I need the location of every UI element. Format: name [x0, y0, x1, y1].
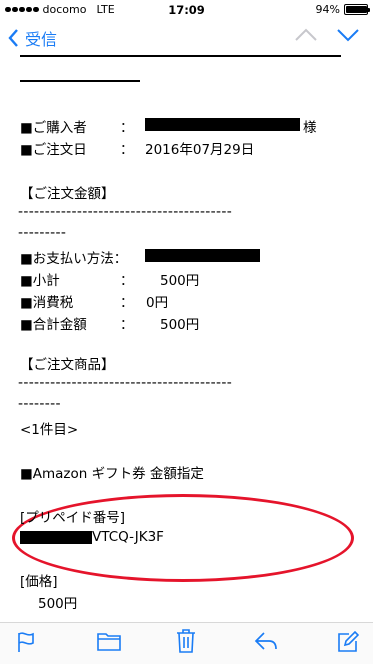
order-date-value: 2016年07月29日	[145, 142, 255, 158]
prepaid-heading: [プリペイド番号]	[20, 510, 126, 526]
colon: ：	[120, 295, 134, 311]
divider	[20, 55, 341, 57]
subtotal-label: ■小計	[20, 273, 60, 289]
colon: ：	[120, 142, 134, 158]
flag-icon[interactable]	[16, 631, 36, 653]
reply-icon[interactable]	[254, 631, 278, 651]
items-heading: 【ご注文商品】	[20, 357, 115, 373]
colon: ：	[120, 273, 134, 289]
item-count: <1件目>	[20, 422, 79, 438]
chevron-down-icon[interactable]	[337, 28, 359, 42]
prepaid-code-row: VTCQ-JK3F	[20, 529, 164, 545]
tax-row: ■消費税 ： 0円	[20, 291, 168, 311]
message-nav	[295, 28, 359, 42]
total-row: ■合計金額 ： 500円	[20, 313, 199, 333]
colon: ：	[120, 120, 134, 136]
colon: ：	[120, 317, 134, 333]
buyer-email-link[interactable]	[145, 130, 300, 134]
prepaid-code: VTCQ-JK3F	[92, 529, 164, 545]
chevron-up-icon[interactable]	[295, 28, 317, 42]
dashed-separator: ---------	[18, 225, 67, 241]
status-bar: docomo LTE 17:09 94%	[0, 0, 373, 20]
subtotal-row: ■小計 ： 500円	[20, 269, 199, 289]
folder-icon[interactable]	[97, 631, 121, 651]
chevron-left-icon	[8, 29, 18, 47]
order-date-row: ■ご注文日 ： 2016年07月29日	[20, 138, 254, 158]
dashed-separator: ----------------------------------------	[18, 204, 233, 220]
tax-label: ■消費税	[20, 295, 74, 311]
buyer-label: ■ご購入者	[20, 120, 87, 136]
product-name: ■Amazon ギフト券 金額指定	[20, 466, 204, 482]
price-heading: [価格]	[20, 574, 58, 590]
order-date-label: ■ご注文日	[20, 142, 87, 158]
redacted-prepaid-code	[20, 530, 92, 544]
email-body: ■ご購入者 ： 様 ■ご注文日 ： 2016年07月29日 【ご注文金額】 --…	[0, 52, 373, 612]
dashed-separator: ----------------------------------------	[18, 375, 233, 391]
tax-value: 0円	[146, 295, 169, 311]
battery-area: 94%	[315, 3, 370, 16]
battery-icon	[344, 4, 370, 15]
battery-percent: 94%	[315, 3, 340, 16]
compose-icon[interactable]	[337, 631, 359, 653]
price-value: 500円	[38, 596, 78, 612]
buyer-row: ■ご購入者 ： 様	[20, 116, 317, 136]
subtotal-value: 500円	[160, 273, 200, 289]
back-button[interactable]: 受信	[8, 26, 57, 50]
bottom-toolbar	[0, 622, 373, 664]
payment-label: ■お支払い方法：	[20, 251, 128, 267]
total-value: 500円	[160, 317, 200, 333]
redacted-payment-method	[145, 249, 260, 262]
dashed-separator: --------	[18, 396, 61, 412]
divider	[20, 80, 140, 82]
buyer-suffix: 様	[303, 120, 317, 136]
back-label: 受信	[25, 30, 58, 49]
total-label: ■合計金額	[20, 317, 87, 333]
payment-row: ■お支払い方法：	[20, 247, 260, 267]
amount-heading: 【ご注文金額】	[20, 186, 115, 202]
trash-icon[interactable]	[176, 629, 196, 653]
